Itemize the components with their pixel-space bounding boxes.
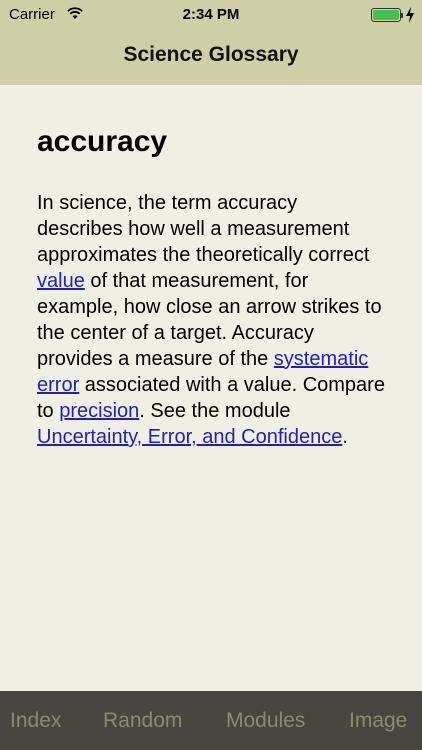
definition-text: In science, the term accuracy describes …: [37, 190, 387, 450]
navigation-bar: Science Glossary: [0, 30, 422, 85]
definition-text-segment: . See the module: [139, 400, 291, 422]
link-value[interactable]: value: [37, 270, 85, 292]
link-precision[interactable]: precision: [59, 400, 139, 422]
tab-index[interactable]: Index: [10, 709, 61, 733]
tab-bar: Index Random Modules Image: [0, 691, 422, 750]
tab-modules[interactable]: Modules: [226, 709, 305, 733]
definition-text-segment: In science, the term accuracy describes …: [37, 192, 370, 266]
page-title: Science Glossary: [123, 43, 299, 66]
battery-icon: [371, 8, 403, 22]
tab-random[interactable]: Random: [103, 709, 182, 733]
battery-level-fill: [373, 10, 399, 20]
status-time: 2:34 PM: [182, 6, 240, 23]
status-bar: Carrier 2:34 PM: [0, 0, 422, 30]
term-heading: accuracy: [37, 125, 168, 158]
charging-bolt-icon: [406, 7, 414, 23]
glossary-entry: accuracy In science, the term accuracy d…: [37, 120, 387, 450]
link-uncertainty-module[interactable]: Uncertainty, Error, and Confidence: [37, 426, 342, 448]
definition-text-segment: .: [342, 426, 348, 448]
tab-image[interactable]: Image: [349, 709, 407, 733]
